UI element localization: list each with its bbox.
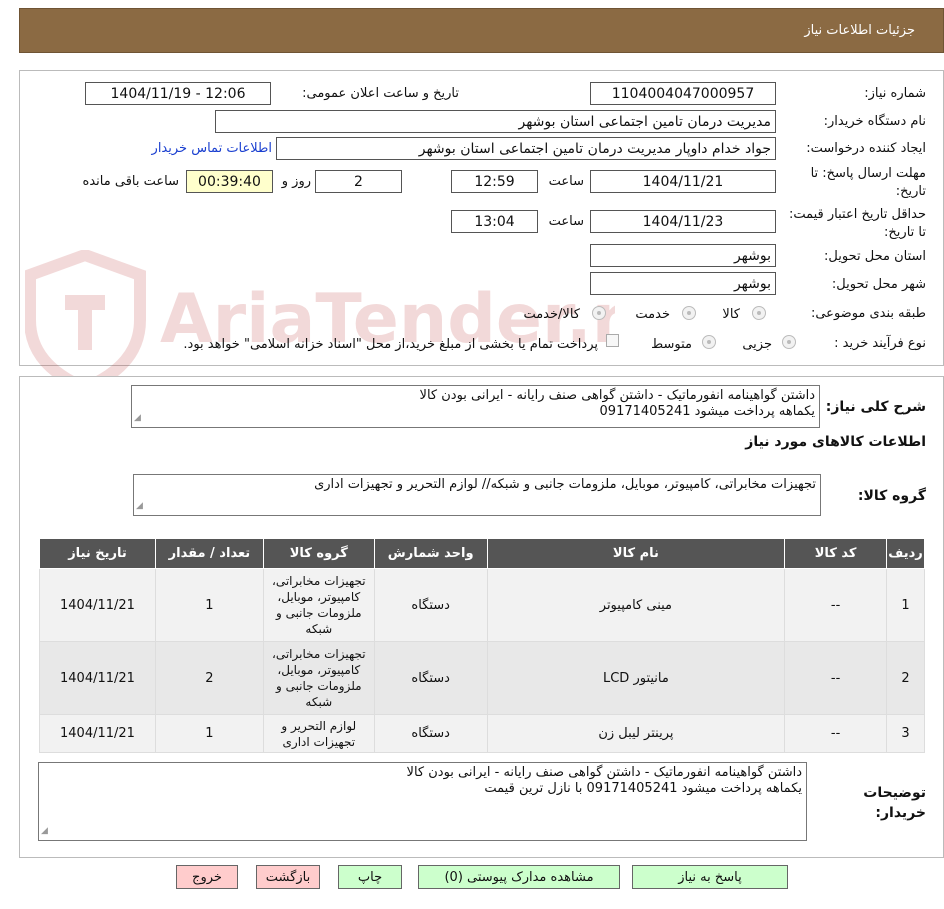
creator-label: ایجاد کننده درخواست: xyxy=(806,141,926,156)
cell-date: 1404/11/21 xyxy=(39,714,156,753)
validity-time-label: ساعت xyxy=(548,214,584,229)
cell-row: 2 xyxy=(886,641,925,715)
process-partial-label: جزیی xyxy=(742,337,772,352)
process-medium-radio[interactable] xyxy=(702,335,716,349)
buyer-org-field: مدیریت درمان تامین اجتماعی استان بوشهر xyxy=(215,110,776,133)
category-goods-radio[interactable] xyxy=(752,306,766,320)
creator-field: جواد خدام داوپار مدیریت درمان تامین اجتم… xyxy=(276,137,776,160)
need-number-field: 1104004047000957 xyxy=(590,82,776,105)
cell-group: لوازم التحریر و تجهیزات اداری xyxy=(262,714,375,753)
deadline-date-field: 1404/11/21 xyxy=(590,170,776,193)
goods-group-label: گروه کالا: xyxy=(857,488,926,504)
col-header-code: کد کالا xyxy=(784,538,888,569)
summary-line-1: داشتن گواهینامه انفورماتیک - داشتن گواهی… xyxy=(419,388,815,403)
category-service-radio[interactable] xyxy=(682,306,696,320)
province-field: بوشهر xyxy=(590,244,776,267)
cell-name: مانیتور LCD xyxy=(486,641,786,715)
cell-qty: 1 xyxy=(154,714,264,753)
buyer-org-label: نام دستگاه خریدار: xyxy=(823,114,926,129)
need-number-label: شماره نیاز: xyxy=(864,86,926,101)
summary-line-2: یکماهه پرداخت میشود 09171405241 xyxy=(599,404,815,419)
buyer-contact-link[interactable]: اطلاعات تماس خریدار xyxy=(152,141,272,156)
cell-date: 1404/11/21 xyxy=(39,568,156,642)
buyer-notes-line-2: یکماهه پرداخت میشود 09171405241 با نازل … xyxy=(484,781,802,796)
buyer-notes-label-line2: خریدار: xyxy=(875,805,926,821)
cell-qty: 2 xyxy=(154,641,264,715)
reply-button[interactable]: پاسخ به نیاز xyxy=(632,865,788,889)
process-partial-radio[interactable] xyxy=(782,335,796,349)
announce-label: تاریخ و ساعت اعلان عمومی: xyxy=(302,86,459,101)
cell-date: 1404/11/21 xyxy=(39,641,156,715)
page-header: جزئیات اطلاعات نیاز xyxy=(19,8,944,53)
table-row: 1 -- مینی کامپیوتر دستگاه تجهیزات مخابرا… xyxy=(39,568,925,642)
resize-grip-icon[interactable]: ◢ xyxy=(41,823,48,839)
cell-unit: دستگاه xyxy=(373,641,488,715)
cell-code: -- xyxy=(784,641,888,715)
cell-unit: دستگاه xyxy=(373,714,488,753)
deadline-time-field: 12:59 xyxy=(451,170,538,193)
goods-group-textarea[interactable]: تجهیزات مخابراتی، کامپیوتر، موبایل، ملزو… xyxy=(133,474,821,516)
cell-row: 3 xyxy=(886,714,925,753)
cell-name: مینی کامپیوتر xyxy=(486,568,786,642)
city-label: شهر محل تحویل: xyxy=(831,277,926,292)
page-title: جزئیات اطلاعات نیاز xyxy=(804,23,915,38)
exit-button[interactable]: خروج xyxy=(176,865,238,889)
resize-grip-icon[interactable]: ◢ xyxy=(134,410,141,426)
print-button[interactable]: چاپ xyxy=(338,865,402,889)
cell-code: -- xyxy=(784,714,888,753)
cell-group: تجهیزات مخابراتی، کامپیوتر، موبایل، ملزو… xyxy=(262,568,375,642)
back-button[interactable]: بازگشت xyxy=(256,865,320,889)
remaining-label: ساعت باقی مانده xyxy=(82,174,179,189)
province-label: استان محل تحویل: xyxy=(824,249,926,264)
city-field: بوشهر xyxy=(590,272,776,295)
col-header-unit: واحد شمارش xyxy=(373,538,488,569)
buyer-notes-line-1: داشتن گواهینامه انفورماتیک - داشتن گواهی… xyxy=(406,765,802,780)
cell-row: 1 xyxy=(886,568,925,642)
deadline-time-label: ساعت xyxy=(548,174,584,189)
summary-textarea[interactable]: داشتن گواهینامه انفورماتیک - داشتن گواهی… xyxy=(131,385,820,428)
col-header-name: نام کالا xyxy=(486,538,786,569)
goods-group-value: تجهیزات مخابراتی، کامپیوتر، موبایل، ملزو… xyxy=(314,477,816,492)
view-attachments-button[interactable]: مشاهده مدارک پیوستی (0) xyxy=(418,865,620,889)
days-field: 2 xyxy=(315,170,402,193)
cell-qty: 1 xyxy=(154,568,264,642)
summary-label: شرح کلی نیاز: xyxy=(825,399,926,415)
category-both-label: کالا/خدمت xyxy=(523,307,580,322)
cell-group: تجهیزات مخابراتی، کامپیوتر، موبایل، ملزو… xyxy=(262,641,375,715)
col-header-group: گروه کالا xyxy=(262,538,375,569)
category-both-radio[interactable] xyxy=(592,306,606,320)
col-header-qty: تعداد / مقدار xyxy=(154,538,264,569)
goods-table: ردیف کد کالا نام کالا واحد شمارش گروه کا… xyxy=(39,538,925,753)
deadline-label: مهلت ارسال پاسخ: تا تاریخ: xyxy=(810,166,926,199)
category-label: طبقه بندی موضوعی: xyxy=(810,306,926,321)
process-label: نوع فرآیند خرید : xyxy=(834,336,926,351)
buyer-notes-label-line1: توضیحات xyxy=(863,785,926,801)
process-medium-label: متوسط xyxy=(651,337,692,352)
treasury-payment-note: پرداخت تمام یا بخشی از مبلغ خرید،از محل … xyxy=(183,337,598,352)
remaining-time-field: 00:39:40 xyxy=(186,170,273,193)
buyer-notes-label: توضیحات خریدار: xyxy=(863,783,926,823)
cell-name: پرینتر لیبل زن xyxy=(486,714,786,753)
col-header-row: ردیف xyxy=(886,538,925,569)
validity-label: حداقل تاریخ اعتبار قیمت: تا تاریخ: xyxy=(788,207,926,240)
validity-time-field: 13:04 xyxy=(451,210,538,233)
buyer-notes-textarea[interactable]: داشتن گواهینامه انفورماتیک - داشتن گواهی… xyxy=(38,762,807,841)
resize-grip-icon[interactable]: ◢ xyxy=(136,498,143,514)
col-header-date: تاریخ نیاز xyxy=(39,538,156,569)
goods-section-title: اطلاعات کالاهای مورد نیاز xyxy=(745,434,926,450)
cell-unit: دستگاه xyxy=(373,568,488,642)
treasury-payment-checkbox[interactable] xyxy=(606,334,619,347)
days-label: روز و xyxy=(281,174,311,189)
validity-date-field: 1404/11/23 xyxy=(590,210,776,233)
table-row: 3 -- پرینتر لیبل زن دستگاه لوازم التحریر… xyxy=(39,714,925,753)
announce-field: 1404/11/19 - 12:06 xyxy=(85,82,271,105)
table-row: 2 -- مانیتور LCD دستگاه تجهیزات مخابراتی… xyxy=(39,641,925,715)
cell-code: -- xyxy=(784,568,888,642)
category-service-label: خدمت xyxy=(635,307,670,322)
category-goods-label: کالا xyxy=(722,307,740,322)
